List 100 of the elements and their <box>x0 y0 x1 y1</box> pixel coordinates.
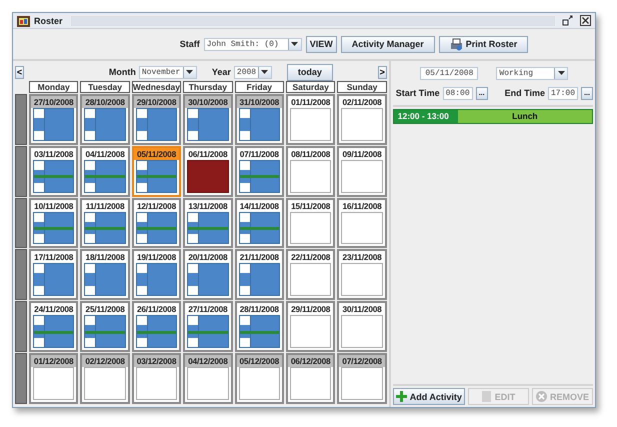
dropdown-arrow-icon <box>558 70 565 76</box>
weekday-header: Monday <box>29 81 78 93</box>
day-cell[interactable]: 02/11/2008 <box>337 94 387 145</box>
weekday-header: Thursday <box>183 81 233 93</box>
date-label: 18/11/2008 <box>82 251 128 264</box>
month-label: Month <box>108 67 136 77</box>
date-label: 02/12/2008 <box>82 355 128 368</box>
date-label: 26/11/2008 <box>134 303 180 316</box>
date-label: 01/12/2008 <box>31 355 76 368</box>
day-cell[interactable]: 01/12/2008 <box>29 353 78 404</box>
day-cell[interactable]: 07/12/2008 <box>337 353 387 404</box>
date-label: 28/10/2008 <box>82 96 128 108</box>
staff-label: Staff <box>180 39 200 49</box>
week-bar[interactable] <box>15 94 27 145</box>
activity-time: 12:00 - 13:00 <box>394 110 458 123</box>
day-cell[interactable]: 30/11/2008 <box>337 301 387 352</box>
week-bar[interactable] <box>15 353 27 404</box>
week-bar[interactable] <box>15 249 27 300</box>
date-label: 19/11/2008 <box>134 251 180 264</box>
date-label: 25/11/2008 <box>82 303 128 316</box>
date-label: 05/11/2008 <box>134 148 180 160</box>
weekday-header: Friday <box>234 81 284 93</box>
document-icon <box>482 391 492 402</box>
day-cell[interactable]: 03/12/2008 <box>132 353 182 404</box>
day-cell[interactable]: 26/11/2008 <box>132 301 182 352</box>
day-cell[interactable]: 06/11/2008 <box>183 146 233 197</box>
date-label: 04/12/2008 <box>185 355 231 368</box>
day-cell[interactable]: 05/11/2008 <box>132 146 182 197</box>
day-cell[interactable]: 23/11/2008 <box>337 249 387 300</box>
toolbar-button[interactable]: Activity Manager <box>340 36 435 52</box>
toolbar-button[interactable]: VIEW <box>306 36 337 52</box>
activity-name: Lunch <box>458 110 592 123</box>
date-label: 31/10/2008 <box>236 96 282 108</box>
today-button[interactable]: today <box>286 64 333 80</box>
day-cell[interactable]: 21/11/2008 <box>234 249 284 300</box>
day-cell[interactable]: 27/10/2008 <box>29 94 78 145</box>
date-field[interactable]: 05/11/2008 <box>420 66 478 80</box>
weekday-header: Tuesday <box>80 81 130 93</box>
staff-dropdown[interactable]: John Smith: (0) <box>204 38 302 50</box>
day-cell[interactable]: 08/11/2008 <box>286 146 336 197</box>
day-cell[interactable]: 16/11/2008 <box>337 198 387 248</box>
day-cell[interactable]: 22/11/2008 <box>286 249 336 300</box>
week-bar[interactable] <box>15 301 27 352</box>
day-cell[interactable]: 12/11/2008 <box>132 198 182 248</box>
day-cell[interactable]: 28/11/2008 <box>234 301 284 352</box>
day-cell[interactable]: 25/11/2008 <box>80 301 130 352</box>
date-label: 27/10/2008 <box>31 96 76 108</box>
status-dropdown[interactable]: Working <box>496 66 568 80</box>
date-label: 24/11/2008 <box>31 303 76 316</box>
day-cell[interactable]: 29/10/2008 <box>132 94 182 145</box>
dropdown-arrow-icon <box>291 42 298 46</box>
day-cell[interactable]: 20/11/2008 <box>183 249 233 300</box>
day-cell[interactable]: 14/11/2008 <box>234 198 284 248</box>
activity-button[interactable]: Add Activity <box>392 388 465 405</box>
date-label: 22/11/2008 <box>288 251 334 264</box>
month-dropdown[interactable]: November <box>138 66 197 78</box>
start-time-label: Start Time <box>396 88 440 98</box>
day-cell[interactable]: 04/11/2008 <box>80 146 130 197</box>
day-cell[interactable]: 11/11/2008 <box>80 198 130 248</box>
day-cell[interactable]: 02/12/2008 <box>80 353 130 404</box>
previous-month-button[interactable]: < <box>15 66 24 78</box>
date-label: 29/10/2008 <box>134 96 180 108</box>
day-cell[interactable]: 27/11/2008 <box>183 301 233 352</box>
day-cell[interactable]: 04/12/2008 <box>183 353 233 404</box>
end-time-field[interactable]: 17:00 <box>548 86 578 100</box>
year-dropdown[interactable]: 2008 <box>234 66 272 78</box>
day-cell[interactable]: 06/12/2008 <box>286 353 336 404</box>
day-cell[interactable]: 01/11/2008 <box>286 94 336 145</box>
day-cell[interactable]: 29/11/2008 <box>286 301 336 352</box>
plus-icon <box>396 391 407 402</box>
remove-icon <box>536 391 547 402</box>
day-cell[interactable]: 17/11/2008 <box>29 249 78 300</box>
day-cell[interactable]: 13/11/2008 <box>183 198 233 248</box>
day-cell[interactable]: 05/12/2008 <box>234 353 284 404</box>
day-cell[interactable]: 09/11/2008 <box>337 146 387 197</box>
day-cell[interactable]: 24/11/2008 <box>29 301 78 352</box>
date-label: 20/11/2008 <box>185 251 231 264</box>
restore-icon[interactable] <box>562 15 573 26</box>
day-cell[interactable]: 31/10/2008 <box>234 94 284 145</box>
app-icon <box>17 14 30 27</box>
day-cell[interactable]: 28/10/2008 <box>80 94 130 145</box>
date-label: 17/11/2008 <box>31 251 76 264</box>
day-cell[interactable]: 03/11/2008 <box>29 146 78 197</box>
day-cell[interactable]: 18/11/2008 <box>80 249 130 300</box>
date-label: 30/11/2008 <box>339 303 385 316</box>
activity-row[interactable]: 12:00 - 13:00 Lunch <box>392 109 593 124</box>
weekday-header: Saturday <box>286 81 336 93</box>
week-bar[interactable] <box>15 146 27 197</box>
date-label: 05/12/2008 <box>236 355 282 368</box>
start-time-field[interactable]: 08:00 <box>442 86 473 100</box>
day-cell[interactable]: 15/11/2008 <box>286 198 336 248</box>
day-cell[interactable]: 10/11/2008 <box>29 198 78 248</box>
day-cell[interactable]: 19/11/2008 <box>132 249 182 300</box>
week-bar[interactable] <box>15 198 27 248</box>
date-label: 27/11/2008 <box>185 303 231 316</box>
day-cell[interactable]: 30/10/2008 <box>183 94 233 145</box>
next-month-button[interactable]: > <box>378 66 387 78</box>
close-icon[interactable] <box>580 15 591 26</box>
toolbar-button[interactable]: Print Roster <box>438 36 528 52</box>
day-cell[interactable]: 07/11/2008 <box>234 146 284 197</box>
